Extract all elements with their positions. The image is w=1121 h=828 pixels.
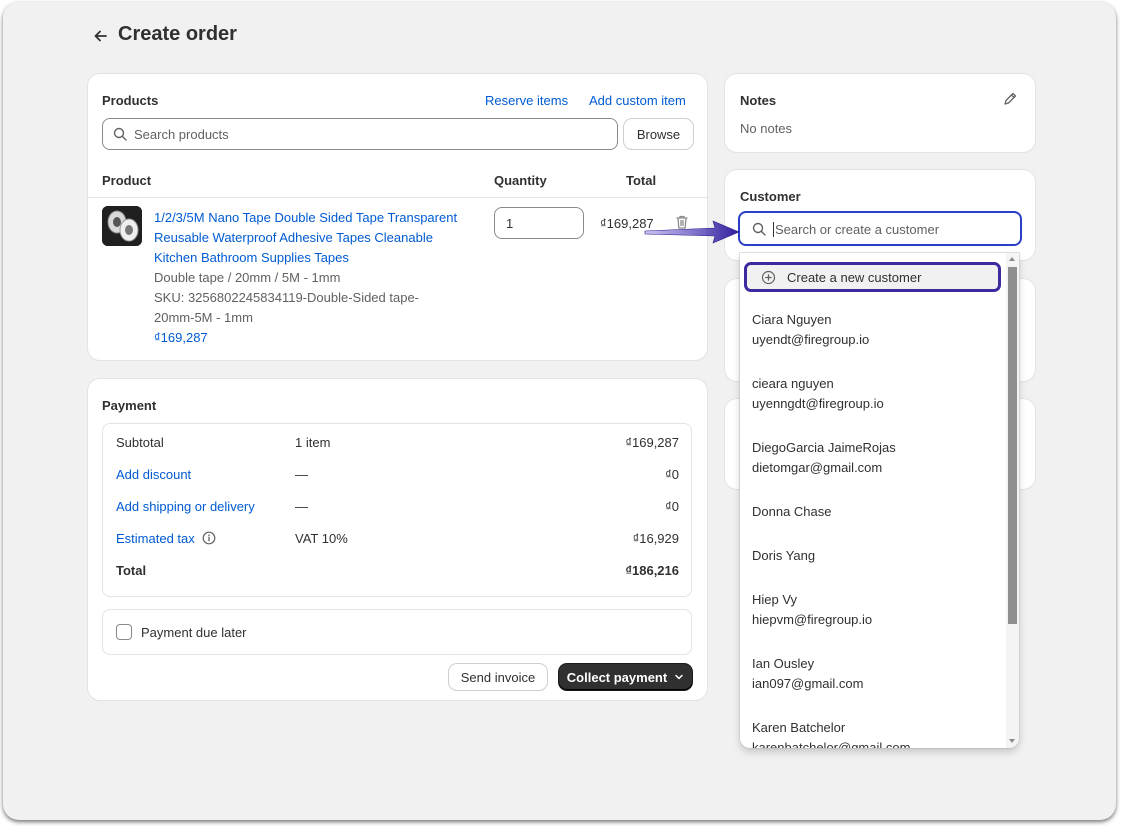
add-custom-item-link[interactable]: Add custom item: [589, 93, 686, 108]
add-shipping-link[interactable]: Add shipping or delivery: [116, 499, 255, 514]
customer-option[interactable]: Hiep Vy hiepvm@firegroup.io: [752, 592, 872, 627]
plus-circle-icon: [761, 270, 776, 288]
customer-name: Doris Yang: [752, 548, 816, 563]
customer-option[interactable]: Doris Yang: [752, 548, 815, 563]
notes-heading: Notes: [740, 93, 777, 108]
search-icon: [113, 127, 127, 144]
add-discount-link[interactable]: Add discount: [116, 467, 191, 482]
customer-email: uyenngdt@firegroup.io: [752, 396, 884, 411]
pencil-icon[interactable]: [1002, 91, 1018, 107]
customer-option[interactable]: Ian Ousley ian097@gmail.com: [752, 656, 863, 691]
customer-option[interactable]: Donna Chase: [752, 504, 832, 519]
payment-due-later-box: Payment due later: [102, 609, 692, 655]
product-price: ₫169,287: [154, 330, 208, 345]
info-icon[interactable]: [202, 531, 216, 545]
reserve-items-link[interactable]: Reserve items: [485, 93, 568, 108]
tax-amount: ₫16,929: [632, 530, 679, 546]
product-sku-line-1: SKU: 3256802245834119-Double-Sided tape-: [154, 290, 420, 305]
send-invoice-button[interactable]: Send invoice: [449, 664, 547, 690]
customer-name: Ian Ousley: [752, 656, 815, 671]
collect-payment-label: Collect payment: [566, 669, 668, 685]
subtotal-label: Subtotal: [116, 434, 164, 450]
discount-detail: —: [295, 466, 308, 482]
notes-value: No notes: [740, 121, 793, 136]
products-heading: Products: [102, 93, 159, 108]
back-icon[interactable]: [91, 26, 111, 46]
customer-search-placeholder: Search or create a customer: [775, 222, 940, 237]
customer-dropdown: Create a new customer Ciara Nguyen uyend…: [740, 253, 1019, 748]
product-sku-line-2: 20mm-5M - 1mm: [154, 310, 253, 325]
payment-due-later-checkbox[interactable]: [116, 624, 132, 640]
customer-email: karenbatchelor@gmail.com: [752, 740, 911, 748]
dropdown-scrollbar[interactable]: [1006, 253, 1019, 748]
customer-name: cieara nguyen: [752, 376, 834, 391]
customer-name: Karen Batchelor: [752, 720, 846, 735]
scrollbar-thumb[interactable]: [1008, 267, 1017, 624]
table-divider: [88, 197, 707, 198]
scroll-up-icon[interactable]: [1009, 257, 1015, 261]
tax-row: Estimated tax VAT 10% ₫16,929: [103, 522, 691, 554]
customer-email: hiepvm@firegroup.io: [752, 612, 873, 627]
column-product: Product: [102, 173, 152, 188]
total-amount: ₫186,216: [625, 562, 679, 578]
shipping-row: Add shipping or delivery — ₫0: [103, 490, 691, 522]
subtotal-row: Subtotal 1 item ₫169,287: [103, 426, 691, 458]
discount-amount: ₫0: [665, 466, 679, 482]
search-icon: [752, 222, 766, 239]
customer-heading: Customer: [740, 189, 801, 204]
subtotal-detail: 1 item: [295, 434, 331, 450]
product-title-line-2[interactable]: Reusable Waterproof Adhesive Tapes Clean…: [154, 230, 433, 245]
page-title: Create order: [118, 23, 237, 45]
notes-card: Notes No notes: [725, 74, 1035, 152]
tax-detail: VAT 10%: [295, 530, 348, 546]
customer-search-input[interactable]: Search or create a customer: [738, 211, 1022, 246]
column-quantity: Quantity: [494, 173, 547, 188]
browse-button[interactable]: Browse: [624, 119, 693, 149]
customer-name: Hiep Vy: [752, 592, 798, 607]
customer-option[interactable]: Ciara Nguyen uyendt@firegroup.io: [752, 312, 869, 347]
customer-email: uyendt@firegroup.io: [752, 332, 870, 347]
shipping-detail: —: [295, 498, 308, 514]
customer-email: ian097@gmail.com: [752, 676, 864, 691]
product-title-line-1[interactable]: 1/2/3/5M Nano Tape Double Sided Tape Tra…: [154, 210, 457, 225]
payment-summary-box: Subtotal 1 item ₫169,287 Add discount — …: [102, 423, 692, 597]
product-thumbnail: [102, 206, 142, 246]
column-total: Total: [626, 173, 657, 188]
customer-option[interactable]: Karen Batchelor karenbatchelor@gmail.com: [752, 720, 910, 748]
customer-email: dietomgar@gmail.com: [752, 460, 883, 475]
collect-payment-button[interactable]: Collect payment: [559, 664, 692, 690]
create-new-customer-label: Create a new customer: [787, 270, 922, 285]
products-card: Products Reserve items Add custom item S…: [88, 74, 707, 360]
product-search-placeholder: Search products: [134, 127, 229, 142]
shipping-amount: ₫0: [665, 498, 679, 514]
create-new-customer-option[interactable]: Create a new customer: [744, 262, 1001, 292]
payment-heading: Payment: [102, 398, 157, 413]
payment-due-later-label: Payment due later: [141, 625, 247, 640]
customer-name: DiegoGarcia JaimeRojas: [752, 440, 896, 455]
total-row: Total ₫186,216: [103, 554, 691, 586]
text-cursor: [773, 222, 774, 237]
customer-name: Ciara Nguyen: [752, 312, 832, 327]
customer-option[interactable]: cieara nguyen uyenngdt@firegroup.io: [752, 376, 884, 411]
subtotal-amount: ₫169,287: [625, 434, 679, 450]
customer-name: Donna Chase: [752, 504, 832, 519]
estimated-tax-link[interactable]: Estimated tax: [116, 531, 195, 546]
app-window: Create order Products Reserve items Add …: [3, 2, 1116, 820]
annotation-arrow-icon: [641, 217, 741, 247]
quantity-value: 1: [506, 216, 514, 231]
product-search-input[interactable]: Search products: [102, 118, 618, 150]
payment-card: Payment Subtotal 1 item ₫169,287 Add dis…: [88, 379, 707, 700]
product-variant: Double tape / 20mm / 5M - 1mm: [154, 270, 341, 285]
chevron-down-icon: [674, 672, 684, 682]
customer-option[interactable]: DiegoGarcia JaimeRojas dietomgar@gmail.c…: [752, 440, 896, 475]
scroll-down-icon[interactable]: [1009, 739, 1015, 743]
product-title-line-3[interactable]: Kitchen Bathroom Supplies Tapes: [154, 250, 349, 265]
discount-row: Add discount — ₫0: [103, 458, 691, 490]
total-label: Total: [116, 562, 147, 578]
quantity-input[interactable]: 1: [494, 207, 584, 239]
